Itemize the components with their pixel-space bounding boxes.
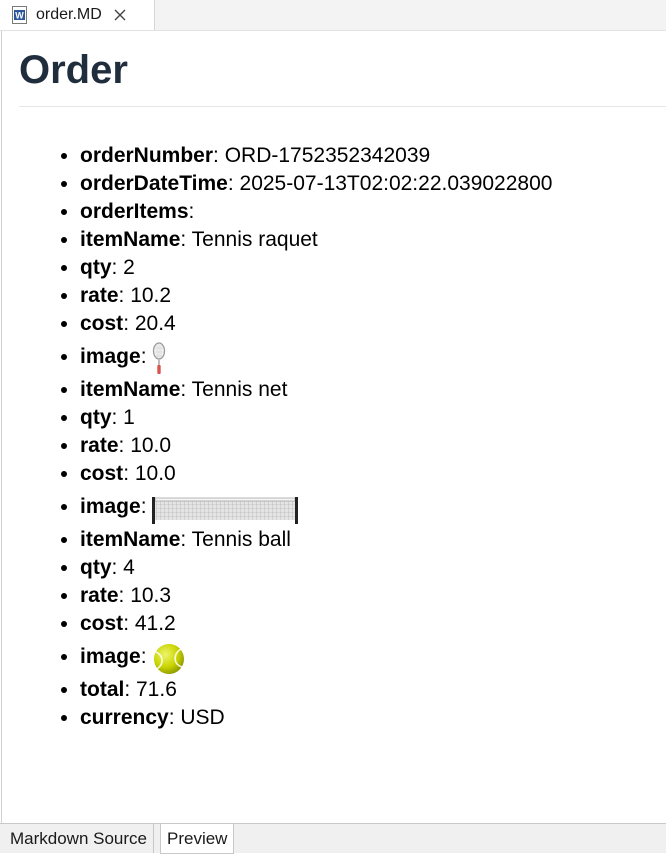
list-item: image: (80, 338, 552, 376)
list-item: itemName: Tennis ball (80, 526, 552, 554)
property-value: : Tennis raquet (180, 228, 318, 251)
list-item: currency: USD (80, 704, 552, 732)
property-value: : 20.4 (123, 312, 176, 335)
editor-tab-bar: W order.MD (0, 0, 666, 31)
tab-title: order.MD (36, 6, 102, 23)
list-item: itemName: Tennis raquet (80, 226, 552, 254)
property-value: : 41.2 (123, 612, 176, 635)
list-item: total: 71.6 (80, 676, 552, 704)
list-item: orderDateTime: 2025-07-13T02:02:22.03902… (80, 170, 552, 198)
property-value: : (188, 200, 195, 223)
property-key: image (80, 345, 141, 368)
property-value: : Tennis ball (180, 528, 291, 551)
property-key: cost (80, 312, 124, 335)
order-property-list: orderNumber: ORD-1752352342039 orderDate… (2, 142, 552, 732)
property-value: : 71.6 (124, 678, 177, 701)
list-item: cost: 41.2 (80, 610, 552, 638)
property-key: qty (80, 256, 112, 279)
word-document-icon: W (12, 6, 27, 24)
property-value: : 10.0 (118, 434, 172, 457)
property-key: total (80, 678, 125, 701)
markdown-preview-pane: Order orderNumber: ORD-1752352342039 ord… (1, 31, 666, 823)
list-item: itemName: Tennis net (80, 376, 552, 404)
property-value: : 4 (111, 556, 135, 579)
list-item: image: (80, 488, 552, 526)
list-item: qty: 4 (80, 554, 552, 582)
tab-preview[interactable]: Preview (160, 824, 235, 854)
property-value: : 10.3 (118, 584, 172, 607)
editor-mode-tabs: Markdown Source Preview (0, 823, 666, 854)
editor-tab-order-md[interactable]: W order.MD (0, 0, 155, 30)
property-value: : 1 (111, 406, 135, 429)
heading-divider (19, 106, 666, 107)
property-value: : (140, 495, 147, 518)
property-key: itemName (80, 528, 181, 551)
property-key: image (80, 495, 141, 518)
property-key: image (80, 645, 141, 668)
list-item: qty: 1 (80, 404, 552, 432)
list-item: rate: 10.3 (80, 582, 552, 610)
tennis-net-image (152, 497, 299, 524)
property-key: cost (80, 612, 124, 635)
close-icon (114, 9, 126, 21)
property-value: : USD (168, 706, 225, 729)
document-heading: Order (19, 48, 128, 92)
property-value: : Tennis net (180, 378, 288, 401)
property-key: rate (80, 284, 119, 307)
property-value: : 2 (111, 256, 135, 279)
property-key: rate (80, 434, 119, 457)
tab-markdown-source[interactable]: Markdown Source (4, 824, 155, 853)
list-item: rate: 10.2 (80, 282, 552, 310)
list-item: orderNumber: ORD-1752352342039 (80, 142, 552, 170)
tennis-racket-image (153, 342, 166, 374)
property-key: qty (80, 406, 112, 429)
property-key: cost (80, 462, 124, 485)
property-key: orderDateTime (80, 172, 228, 195)
property-key: qty (80, 556, 112, 579)
property-value: : (140, 345, 147, 368)
tennis-ball-image (154, 644, 185, 674)
list-item: image: (80, 638, 552, 676)
list-item: qty: 2 (80, 254, 552, 282)
property-key: itemName (80, 378, 181, 401)
property-key: currency (80, 706, 169, 729)
svg-text:W: W (15, 11, 24, 21)
list-item: cost: 10.0 (80, 460, 552, 488)
property-key: rate (80, 584, 119, 607)
list-item: rate: 10.0 (80, 432, 552, 460)
list-item: orderItems: (80, 198, 552, 226)
list-item: cost: 20.4 (80, 310, 552, 338)
close-tab-button[interactable] (112, 7, 128, 23)
property-value: : 10.2 (118, 284, 172, 307)
property-value: : 2025-07-13T02:02:22.039022800 (227, 172, 553, 195)
property-value: : 10.0 (123, 462, 176, 485)
property-key: orderItems (80, 200, 189, 223)
property-value: : ORD-1752352342039 (213, 144, 431, 167)
property-key: itemName (80, 228, 181, 251)
property-key: orderNumber (80, 144, 214, 167)
property-value: : (140, 645, 147, 668)
